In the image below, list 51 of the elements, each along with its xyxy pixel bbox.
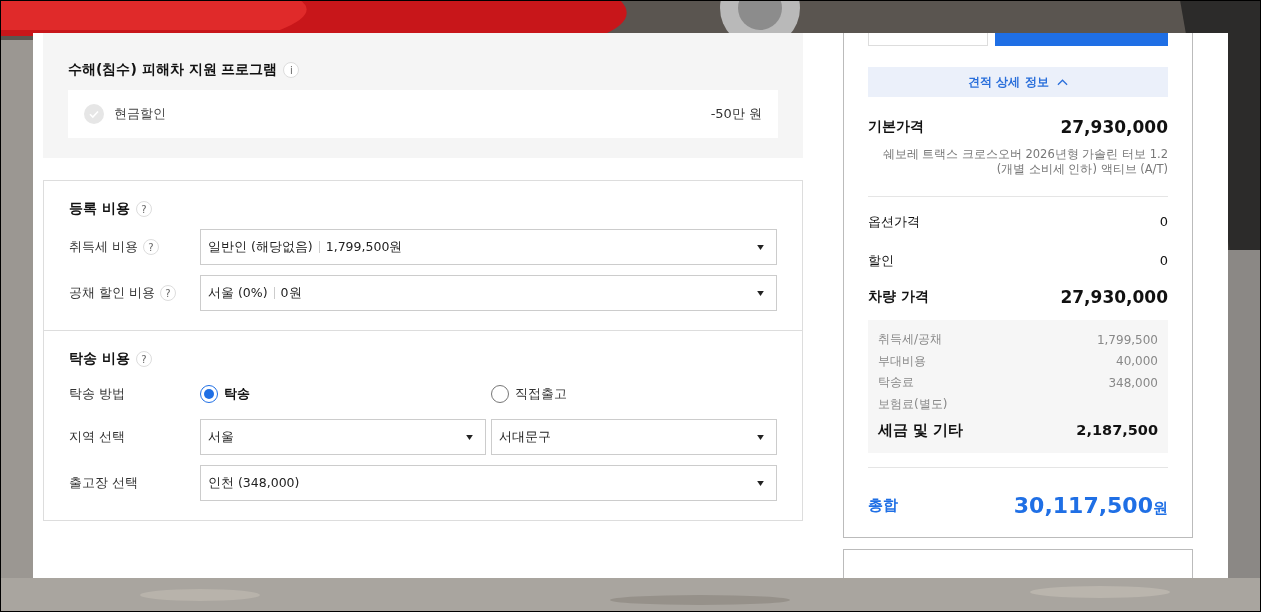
section-title: 탁송 비용 [69, 350, 130, 368]
field-label: 취득세 비용 [69, 238, 138, 256]
price-value: 0 [1159, 253, 1168, 268]
select-field[interactable]: 일반인 (해당없음) 1,799,500원 [200, 229, 777, 265]
tax-label: 보험료(별도) [878, 395, 948, 413]
field-label: 지역 선택 [69, 428, 125, 446]
help-icon[interactable]: ? [135, 201, 152, 217]
details-toggle[interactable]: 견적 상세 정보 [868, 67, 1168, 97]
price-value: 27,930,000 [1060, 117, 1168, 137]
price-value: 27,930,000 [1060, 287, 1168, 307]
discount-amount: -50만 원 [710, 105, 762, 123]
caret-icon [757, 434, 764, 440]
select-field[interactable]: 인천 (348,000) [200, 465, 777, 501]
price-label: 차량 가격 [868, 288, 929, 306]
price-label: 할인 [868, 251, 894, 270]
discount-row[interactable]: 현금할인 -50만 원 [68, 90, 778, 138]
select-field[interactable]: 서대문구 [491, 419, 777, 455]
tax-value: 40,000 [1116, 354, 1158, 369]
tax-label: 부대비용 [878, 352, 926, 370]
caret-icon [466, 434, 473, 440]
caret-icon [757, 290, 764, 296]
help-icon[interactable]: ? [135, 351, 152, 367]
total-label: 총합 [868, 495, 898, 515]
tax-value: 1,799,500 [1096, 332, 1158, 347]
select-field[interactable]: 서울 [200, 419, 486, 455]
model-description: 쉐보레 트랙스 크로스오버 2026년형 가솔린 터보 1.2 (개별 소비세 인하) 액티브 (A/T) [881, 147, 1168, 177]
tax-total-label: 세금 및 기타 [878, 420, 964, 440]
caret-icon [757, 480, 764, 486]
help-icon[interactable]: ? [143, 239, 159, 255]
total-value: 30,117,500원 [1013, 492, 1168, 518]
radio-label: 직접출고 [515, 385, 567, 403]
price-label: 옵션가격 [868, 212, 920, 231]
section-title: 등록 비용 [69, 200, 130, 218]
section-title: 수해(침수) 피해차 지원 프로그램 [68, 61, 278, 79]
chevron-icon [1056, 78, 1068, 86]
field-label: 출고장 선택 [69, 474, 138, 492]
caret-icon [757, 244, 764, 250]
field-label: 탁송 방법 [69, 385, 125, 403]
select-field[interactable]: 서울 (0%) 0원 [200, 275, 777, 311]
radio-label: 탁송 [224, 385, 250, 403]
tax-label: 취득세/공채 [878, 331, 943, 349]
price-value: 0 [1159, 214, 1168, 229]
price-label: 기본가격 [868, 118, 924, 136]
help-icon[interactable]: ? [159, 285, 176, 301]
check-icon[interactable] [84, 104, 104, 124]
tax-label: 탁송료 [878, 374, 914, 392]
tax-total-value: 2,187,500 [1076, 422, 1158, 438]
discount-label: 현금할인 [114, 105, 166, 123]
tax-value: 348,000 [1108, 375, 1158, 390]
info-icon[interactable]: i [283, 62, 300, 78]
field-label: 공채 할인 비용 [69, 284, 155, 302]
